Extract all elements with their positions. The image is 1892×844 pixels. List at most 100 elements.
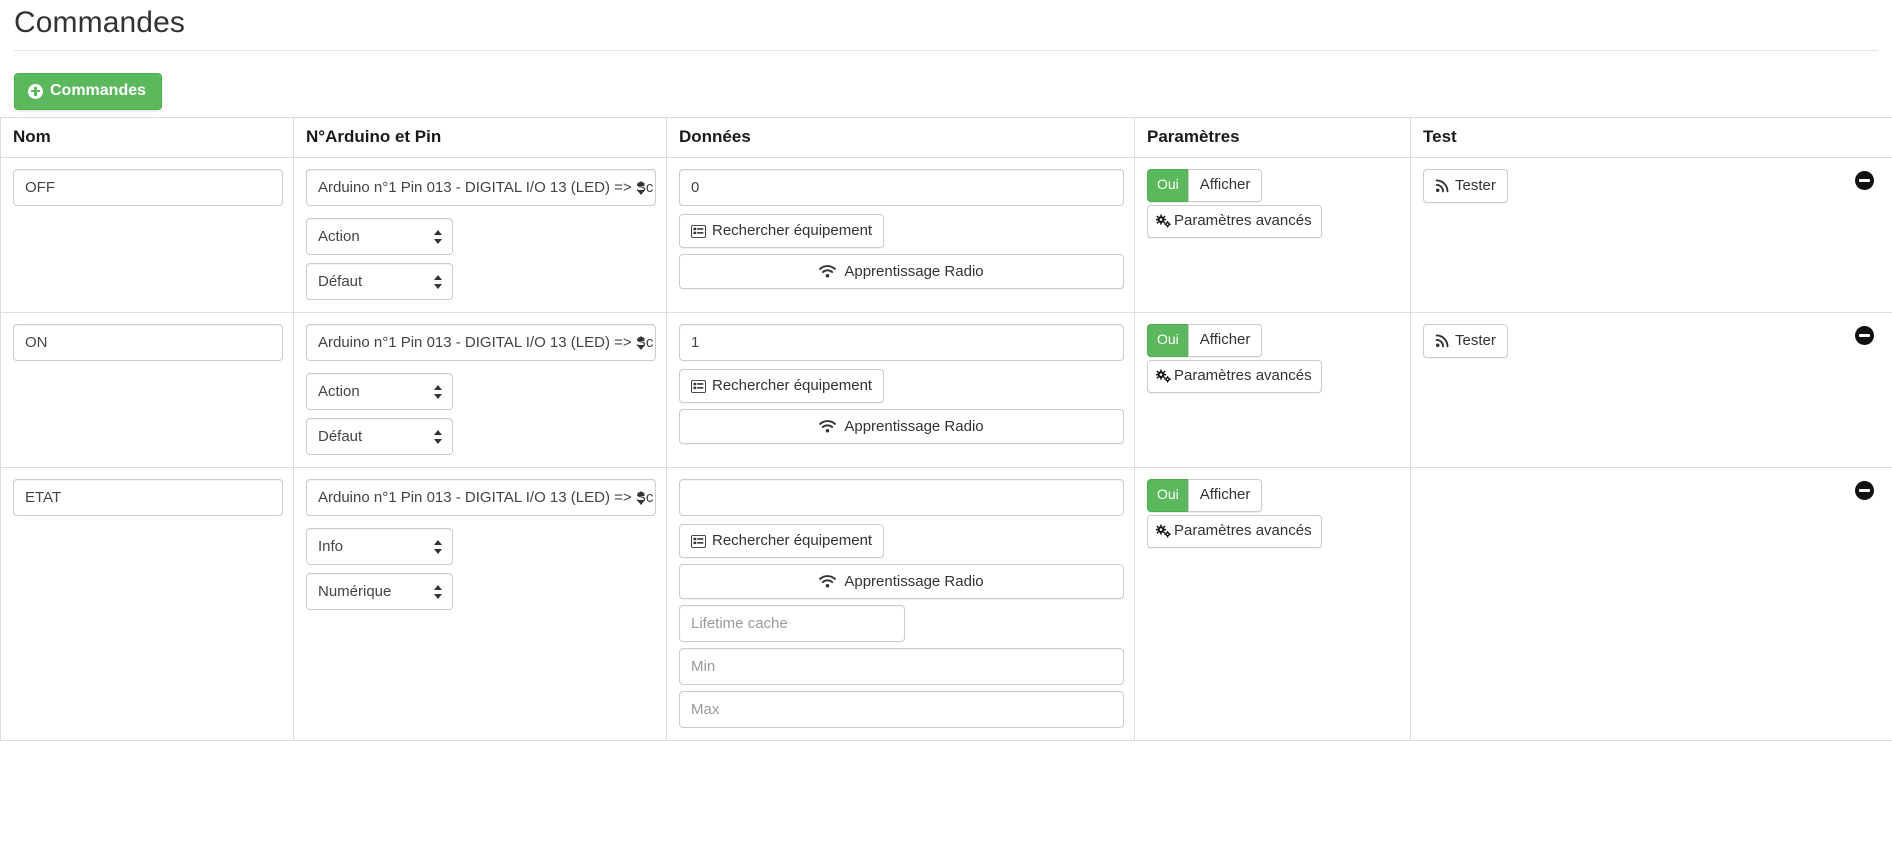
search-equipment-row: Rechercher équipement [679,524,1124,558]
test-button-label: Tester [1455,332,1496,349]
toggle-oui-button[interactable]: Oui [1147,324,1188,357]
advanced-settings-button[interactable]: Paramètres avancés [1147,205,1322,238]
command-type-select[interactable]: Action [306,218,453,255]
radio-learning-button[interactable]: Apprentissage Radio [679,564,1124,599]
max-input[interactable] [679,691,1124,728]
column-header-donnees: Données [666,117,1135,158]
cell-parametres: Oui Afficher Paramètres avancés [1134,467,1411,741]
add-command-button[interactable]: Commandes [14,73,163,110]
advanced-settings-row: Paramètres avancés [1147,512,1400,548]
command-subtype-select[interactable]: Défaut [306,263,453,300]
command-subtype-select[interactable]: Numérique [306,573,453,610]
commands-page: Commandes Commandes Nom N°Arduino et Pin… [0,0,1892,844]
table-row: Arduino n°1 Pin 013 - DIGITAL I/O 13 (LE… [0,467,1892,741]
radio-learn-row: Apprentissage Radio [679,564,1124,599]
pin-select-wrapper: Arduino n°1 Pin 013 - DIGITAL I/O 13 (LE… [306,169,656,206]
cell-pin: Arduino n°1 Pin 013 - DIGITAL I/O 13 (LE… [293,312,667,468]
table-header-row: Nom N°Arduino et Pin Données Paramètres … [0,117,1892,158]
column-header-pin: N°Arduino et Pin [293,117,667,158]
wifi-icon [819,420,837,433]
min-input[interactable] [679,648,1124,685]
rss-icon [1435,179,1449,193]
advanced-settings-row: Paramètres avancés [1147,202,1400,238]
test-button[interactable]: Tester [1423,324,1508,358]
command-value-input[interactable] [679,324,1124,361]
minus-circle-icon[interactable] [1855,326,1874,345]
list-alt-icon [691,224,706,238]
cell-pin: Arduino n°1 Pin 013 - DIGITAL I/O 13 (LE… [293,157,667,313]
list-alt-icon [691,534,706,548]
test-button-label: Tester [1455,177,1496,194]
toggle-afficher-button[interactable]: Afficher [1187,169,1263,202]
search-equipment-button[interactable]: Rechercher équipement [679,524,885,558]
cell-parametres: Oui Afficher Paramètres avancés [1134,312,1411,468]
command-type-select[interactable]: Action [306,373,453,410]
lifetime-cache-input[interactable] [679,605,905,642]
search-equipment-row: Rechercher équipement [679,214,1124,248]
cell-test: Tester [1410,312,1892,468]
subtype-select-wrapper: Numérique [306,573,453,610]
cell-nom [0,312,294,468]
min-row [679,648,1124,685]
advanced-settings-label: Paramètres avancés [1174,212,1312,229]
cogs-icon [1155,524,1172,538]
cell-donnees: Rechercher équipement Apprentissage Radi… [666,312,1135,468]
search-equipment-row: Rechercher équipement [679,369,1124,403]
command-name-input[interactable] [13,324,283,361]
subtype-select-wrapper: Défaut [306,263,453,300]
wifi-icon [819,265,837,278]
max-row [679,691,1124,728]
add-command-label: Commandes [50,82,147,99]
toggle-oui-button[interactable]: Oui [1147,479,1188,512]
cell-nom [0,467,294,741]
arduino-pin-select[interactable]: Arduino n°1 Pin 013 - DIGITAL I/O 13 (LE… [306,479,656,516]
search-equipment-label: Rechercher équipement [712,222,873,239]
radio-learning-label: Apprentissage Radio [844,573,984,590]
subtype-select-wrapper: Défaut [306,418,453,455]
advanced-settings-label: Paramètres avancés [1174,522,1312,539]
type-select-wrapper: Info [306,528,453,565]
minus-circle-icon[interactable] [1855,481,1874,500]
command-value-input[interactable] [679,169,1124,206]
command-type-select[interactable]: Info [306,528,453,565]
command-name-input[interactable] [13,479,283,516]
command-value-input[interactable] [679,479,1124,516]
pin-select-wrapper: Arduino n°1 Pin 013 - DIGITAL I/O 13 (LE… [306,324,656,361]
search-equipment-button[interactable]: Rechercher équipement [679,214,885,248]
arduino-pin-select[interactable]: Arduino n°1 Pin 013 - DIGITAL I/O 13 (LE… [306,169,656,206]
command-subtype-select[interactable]: Défaut [306,418,453,455]
advanced-settings-button[interactable]: Paramètres avancés [1147,515,1322,548]
column-header-nom: Nom [0,117,294,158]
type-select-wrapper: Action [306,218,453,255]
minus-circle-icon[interactable] [1855,171,1874,190]
search-equipment-label: Rechercher équipement [712,377,873,394]
cell-test [1410,467,1892,741]
cell-nom [0,157,294,313]
commands-table-body: Arduino n°1 Pin 013 - DIGITAL I/O 13 (LE… [0,157,1892,741]
advanced-settings-row: Paramètres avancés [1147,357,1400,393]
radio-learning-button[interactable]: Apprentissage Radio [679,409,1124,444]
toolbar: Commandes [0,51,1892,110]
toggle-oui-button[interactable]: Oui [1147,169,1188,202]
advanced-settings-label: Paramètres avancés [1174,367,1312,384]
column-header-test: Test [1410,117,1892,158]
radio-learning-label: Apprentissage Radio [844,263,984,280]
radio-learning-button[interactable]: Apprentissage Radio [679,254,1124,289]
column-header-parametres: Paramètres [1134,117,1411,158]
cell-donnees: Rechercher équipement Apprentissage Radi… [666,157,1135,313]
advanced-settings-button[interactable]: Paramètres avancés [1147,360,1322,393]
page-title: Commandes [14,6,185,39]
arduino-pin-select[interactable]: Arduino n°1 Pin 013 - DIGITAL I/O 13 (LE… [306,324,656,361]
toggle-afficher-button[interactable]: Afficher [1187,479,1263,512]
command-name-input[interactable] [13,169,283,206]
cell-parametres: Oui Afficher Paramètres avancés [1134,157,1411,313]
toggle-afficher-button[interactable]: Afficher [1187,324,1263,357]
test-button[interactable]: Tester [1423,169,1508,203]
plus-circle-icon [28,83,43,99]
search-equipment-label: Rechercher équipement [712,532,873,549]
radio-learning-label: Apprentissage Radio [844,418,984,435]
rss-icon [1435,334,1449,348]
visibility-toggle-group: Oui Afficher [1147,169,1263,202]
radio-learn-row: Apprentissage Radio [679,254,1124,289]
search-equipment-button[interactable]: Rechercher équipement [679,369,885,403]
